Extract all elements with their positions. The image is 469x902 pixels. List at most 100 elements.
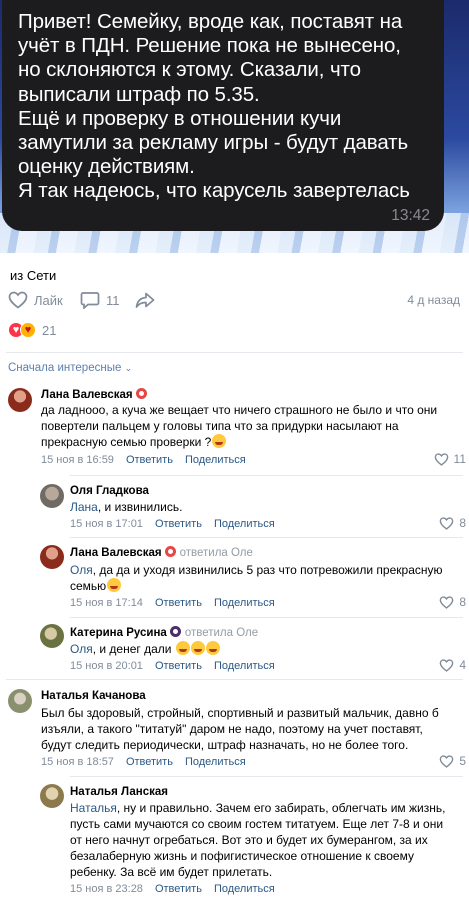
comment-likes-count: 4 <box>459 658 466 672</box>
share-button[interactable] <box>135 291 155 309</box>
reactions-count: 21 <box>42 322 57 338</box>
comment-reply: Оля Гладкова Лана, и извинились. 15 ноя … <box>0 480 469 534</box>
reply-link[interactable]: Ответить <box>155 660 202 672</box>
heart-icon <box>439 658 454 672</box>
comment-likes-count: 11 <box>453 452 466 466</box>
reply-link[interactable]: Ответить <box>126 454 173 466</box>
reply-to-link[interactable]: Оля <box>70 563 93 577</box>
replied-to-label[interactable]: ответила Оле <box>180 547 253 559</box>
comment-reply: Катерина Русина ответила Оле Оля, и денег… <box>0 620 469 676</box>
comment-likes-count: 5 <box>459 754 466 768</box>
reply-link[interactable]: Ответить <box>155 518 202 530</box>
reply-to-link[interactable]: Оля <box>70 642 93 656</box>
comment-like-button[interactable]: 5 <box>439 754 466 768</box>
laughing-emoji-icon <box>107 578 122 592</box>
heart-icon <box>8 291 28 309</box>
reply-to-link[interactable]: Лана <box>70 500 98 514</box>
like-button[interactable]: Лайк <box>8 291 63 309</box>
badge-icon <box>169 626 181 637</box>
share-link[interactable]: Поделиться <box>214 660 275 672</box>
post-actions: Лайк 11 4 д назад <box>8 291 468 311</box>
comment-meta: 15 ноя в 23:28 Ответить Поделиться <box>70 883 287 895</box>
comment-meta: 15 ноя в 18:57 Ответить Поделиться <box>41 756 258 768</box>
comment: Наталья Качанова Был бы здоровый, стройн… <box>0 684 469 774</box>
comments-button[interactable]: 11 <box>80 291 120 309</box>
heart-icon <box>439 595 454 609</box>
comments-count: 11 <box>106 292 120 308</box>
divider <box>6 352 463 353</box>
badge-icon <box>135 388 147 399</box>
comment-text: Лана, и извинились. <box>70 500 183 514</box>
laughing-emoji-icon <box>190 641 205 655</box>
comment-likes-count: 8 <box>459 595 466 609</box>
heart-icon <box>439 754 454 768</box>
avatar[interactable] <box>8 388 32 412</box>
badge-icon <box>164 546 176 557</box>
comment-likes-count: 8 <box>459 516 466 530</box>
message-bubble: Привет! Семейку, вроде как, поставят на … <box>2 0 444 231</box>
comment-meta: 15 ноя в 16:59 Ответить Поделиться <box>41 454 258 466</box>
laughing-emoji-icon <box>175 641 190 655</box>
comment-date[interactable]: 15 ноя в 17:01 <box>70 518 143 530</box>
comment-text: Оля, и денег дали <box>70 641 450 657</box>
avatar[interactable] <box>8 689 32 713</box>
comment-like-button[interactable]: 4 <box>439 658 466 672</box>
comment-icon <box>80 292 100 309</box>
comment-like-button[interactable]: 8 <box>439 516 466 530</box>
comment-reply: Наталья Ланская Наталья, ну и правильно.… <box>0 780 469 900</box>
avatar[interactable] <box>40 784 64 808</box>
comment-date[interactable]: 15 ноя в 23:28 <box>70 883 143 895</box>
reply-link[interactable]: Ответить <box>155 597 202 609</box>
divider <box>6 679 463 680</box>
reply-to-link[interactable]: Наталья <box>70 801 117 815</box>
like-label: Лайк <box>34 292 63 308</box>
share-link[interactable]: Поделиться <box>214 518 275 530</box>
message-time: 13:42 <box>391 207 430 224</box>
comment-author[interactable]: Оля Гладкова <box>70 485 149 497</box>
avatar[interactable] <box>40 624 64 648</box>
reply-link[interactable]: Ответить <box>155 883 202 895</box>
heart-icon <box>434 452 448 466</box>
share-link[interactable]: Поделиться <box>214 597 275 609</box>
divider <box>70 475 463 476</box>
chevron-down-icon: ⌄ <box>124 363 133 373</box>
comment-date[interactable]: 15 ноя в 20:01 <box>70 660 143 672</box>
comment-meta: 15 ноя в 20:01 Ответить Поделиться <box>70 660 287 672</box>
divider <box>70 617 463 618</box>
laughing-emoji-icon <box>212 434 227 448</box>
post-time-ago: 4 д назад <box>407 293 460 307</box>
share-link[interactable]: Поделиться <box>185 454 246 466</box>
reply-link[interactable]: Ответить <box>126 756 173 768</box>
comment-author[interactable]: Наталья Качанова <box>41 690 146 702</box>
comment-author[interactable]: Катерина Русина ответила Оле <box>70 626 258 639</box>
avatar[interactable] <box>40 545 64 569</box>
divider <box>70 776 463 777</box>
comment-author[interactable]: Лана Валевская <box>41 388 147 401</box>
comment: Лана Валевская да ладнооо, а куча же вещ… <box>0 382 469 474</box>
comment-like-button[interactable]: 8 <box>439 595 466 609</box>
comment-date[interactable]: 15 ноя в 16:59 <box>41 454 114 466</box>
share-link[interactable]: Поделиться <box>214 883 275 895</box>
comment-text: Наталья, ну и правильно. Зачем его забир… <box>70 801 446 879</box>
comment-date[interactable]: 15 ноя в 17:14 <box>70 597 143 609</box>
comment-meta: 15 ноя в 17:01 Ответить Поделиться <box>70 518 287 530</box>
message-text: Привет! Семейку, вроде как, поставят на … <box>18 10 410 203</box>
comment-date[interactable]: 15 ноя в 18:57 <box>41 756 114 768</box>
replied-to-label[interactable]: ответила Оле <box>185 627 258 639</box>
comment-text: Был бы здоровый, стройный, спортивный и … <box>41 706 439 752</box>
reactions-summary[interactable]: ♥ ♥ 21 <box>8 322 56 338</box>
comment-reply: Лана Валевская ответила Оле Оля, да да и … <box>0 540 469 614</box>
laughing-emoji-icon <box>205 641 220 655</box>
comment-text: Оля, да да и уходя извинились 5 раз что … <box>70 563 443 593</box>
comment-like-button[interactable]: 11 <box>434 452 466 466</box>
share-icon <box>135 292 155 308</box>
comment-author[interactable]: Наталья Ланская <box>70 786 168 798</box>
divider <box>70 537 463 538</box>
heart-icon <box>439 516 454 530</box>
sort-dropdown[interactable]: Сначала интересные ⌄ <box>8 362 132 374</box>
avatar[interactable] <box>40 484 64 508</box>
comment-meta: 15 ноя в 17:14 Ответить Поделиться <box>70 597 287 609</box>
share-link[interactable]: Поделиться <box>185 756 246 768</box>
comment-author[interactable]: Лана Валевская ответила Оле <box>70 546 253 559</box>
post-image: Привет! Семейку, вроде как, поставят на … <box>0 0 469 253</box>
